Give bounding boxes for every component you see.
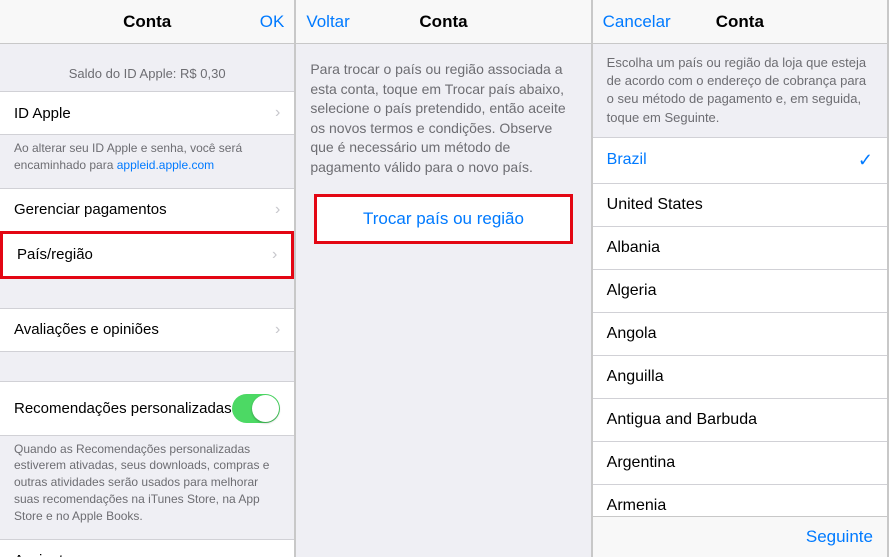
navbar-1: Conta OK — [0, 0, 294, 44]
nav-title-1: Conta — [0, 12, 294, 32]
checkmark-icon: ✓ — [858, 150, 873, 171]
id-apple-row[interactable]: ID Apple › — [0, 91, 294, 135]
country-label: Anguilla — [607, 368, 664, 386]
country-row-brazil[interactable]: Brazil ✓ — [593, 137, 887, 184]
navbar-2: Voltar Conta — [296, 0, 590, 44]
chevron-right-icon: › — [275, 552, 280, 557]
navbar-3: Cancelar Conta — [593, 0, 887, 44]
country-label: Algeria — [607, 282, 657, 300]
country-label: Antigua and Barbuda — [607, 411, 757, 429]
manage-payments-row[interactable]: Gerenciar pagamentos › — [0, 188, 294, 232]
chevron-right-icon: › — [275, 201, 280, 219]
country-row[interactable]: Argentina — [593, 441, 887, 485]
ok-button[interactable]: OK — [260, 12, 285, 32]
country-label: Brazil — [607, 151, 647, 169]
personalized-footer: Quando as Recomendações personalizadas e… — [0, 435, 294, 539]
balance-text: Saldo do ID Apple: R$ 0,30 — [0, 44, 294, 91]
change-country-info: Para trocar o país ou região associada a… — [296, 44, 590, 194]
country-label: Armenia — [607, 497, 667, 515]
change-country-panel: Voltar Conta Para trocar o país ou regiã… — [296, 0, 592, 557]
chevron-right-icon: › — [272, 246, 277, 264]
bottom-bar: Seguinte — [593, 516, 887, 557]
select-country-info: Escolha um país ou região da loja que es… — [593, 44, 887, 137]
country-label: United States — [607, 196, 703, 214]
country-label: Albania — [607, 239, 660, 257]
country-row[interactable]: Antigua and Barbuda — [593, 398, 887, 442]
country-row[interactable]: Anguilla — [593, 355, 887, 399]
content-2: Para trocar o país ou região associada a… — [296, 44, 590, 557]
country-region-row[interactable]: País/região › — [0, 231, 294, 279]
subscriptions-label: Assinaturas — [14, 552, 92, 557]
country-row[interactable]: Algeria — [593, 269, 887, 313]
country-row[interactable]: Albania — [593, 226, 887, 270]
country-row[interactable]: United States — [593, 183, 887, 227]
personalized-toggle[interactable] — [232, 394, 280, 423]
change-country-button[interactable]: Trocar país ou região — [314, 194, 572, 244]
account-panel: Conta OK Saldo do ID Apple: R$ 0,30 ID A… — [0, 0, 296, 557]
country-row[interactable]: Angola — [593, 312, 887, 356]
next-button[interactable]: Seguinte — [806, 527, 873, 546]
cancel-button[interactable]: Cancelar — [603, 12, 671, 32]
country-label: Argentina — [607, 454, 676, 472]
subscriptions-row[interactable]: Assinaturas › — [0, 539, 294, 557]
reviews-label: Avaliações e opiniões — [14, 321, 159, 338]
id-apple-footer: Ao alterar seu ID Apple e senha, você se… — [0, 134, 294, 188]
appleid-link[interactable]: appleid.apple.com — [117, 158, 214, 172]
chevron-right-icon: › — [275, 104, 280, 122]
content-3: Escolha um país ou região da loja que es… — [593, 44, 887, 516]
country-label: Angola — [607, 325, 657, 343]
manage-payments-label: Gerenciar pagamentos — [14, 201, 167, 218]
personalized-row[interactable]: Recomendações personalizadas — [0, 381, 294, 436]
personalized-label: Recomendações personalizadas — [14, 400, 232, 417]
select-country-panel: Cancelar Conta Escolha um país ou região… — [593, 0, 889, 557]
content-1: Saldo do ID Apple: R$ 0,30 ID Apple › Ao… — [0, 44, 294, 557]
back-button[interactable]: Voltar — [306, 12, 349, 32]
country-row[interactable]: Armenia — [593, 484, 887, 516]
country-region-label: País/região — [17, 246, 93, 263]
reviews-row[interactable]: Avaliações e opiniões › — [0, 308, 294, 352]
id-apple-label: ID Apple — [14, 105, 71, 122]
chevron-right-icon: › — [275, 321, 280, 339]
